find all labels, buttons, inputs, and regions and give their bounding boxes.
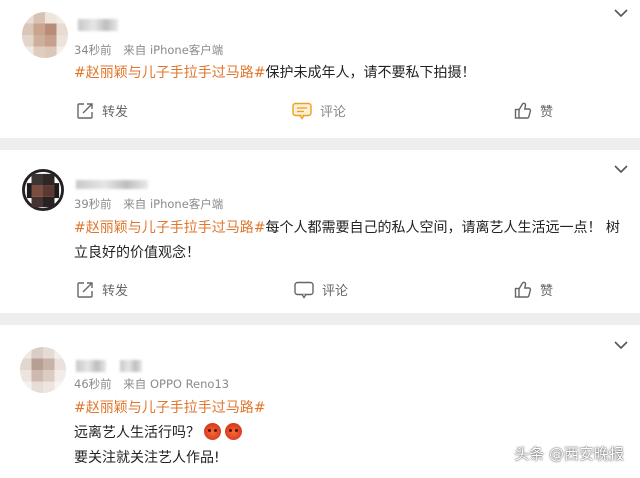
username-redacted[interactable] — [76, 180, 148, 189]
post-source: 来自 OPPO Reno13 — [123, 377, 230, 391]
chevron-down-icon[interactable] — [614, 164, 628, 174]
avatar-mosaic — [22, 12, 68, 58]
avatar[interactable] — [20, 347, 66, 393]
post-content: #赵丽颖与儿子手拉手过马路#保护未成年人，请不要私下拍摄！ — [74, 62, 630, 84]
post-body: 保护未成年人，请不要私下拍摄！ — [265, 65, 476, 81]
hashtag-link[interactable]: #赵丽颖与儿子手拉手过马路# — [74, 400, 265, 416]
avatar-mosaic — [20, 347, 66, 393]
hashtag-link[interactable]: #赵丽颖与儿子手拉手过马路# — [74, 220, 265, 236]
post-source: 来自 iPhone客户端 — [123, 43, 224, 57]
comment-card: 34秒前 来自 iPhone客户端 #赵丽颖与儿子手拉手过马路#保护未成年人，请… — [0, 0, 640, 138]
post-time: 46秒前 — [74, 377, 112, 391]
repost-button[interactable]: 转发 — [76, 280, 128, 299]
post-meta: 39秒前 来自 iPhone客户端 — [74, 196, 223, 212]
comment-icon — [294, 281, 314, 299]
username-redacted[interactable] — [76, 360, 106, 372]
repost-label: 转发 — [102, 105, 129, 120]
like-label: 赞 — [540, 105, 554, 120]
thumbs-up-icon — [514, 102, 532, 119]
comment-card: 39秒前 来自 iPhone客户端 #赵丽颖与儿子手拉手过马路#每个人都需要自己… — [0, 150, 640, 313]
avatar-mosaic — [20, 167, 66, 213]
angry-face-icon — [204, 423, 221, 440]
post-body-line1: 远离艺人生活行吗？ — [74, 425, 200, 441]
username-redacted[interactable] — [120, 360, 142, 372]
post-source: 来自 iPhone客户端 — [123, 197, 224, 211]
chevron-down-icon[interactable] — [614, 8, 628, 18]
like-label: 赞 — [540, 284, 554, 299]
comment-button[interactable]: 评论 — [294, 280, 348, 299]
thumbs-up-icon — [514, 281, 532, 298]
watermark: 头条 @西安晚报 — [514, 445, 624, 463]
avatar[interactable] — [20, 167, 66, 213]
angry-face-icon — [225, 423, 242, 440]
repost-label: 转发 — [102, 284, 129, 299]
comment-button[interactable]: 评论 — [292, 101, 346, 120]
username-redacted[interactable] — [78, 19, 118, 31]
share-icon — [77, 281, 93, 298]
comment-label: 评论 — [322, 284, 349, 299]
share-icon — [77, 102, 93, 119]
post-time: 39秒前 — [74, 197, 112, 211]
avatar[interactable] — [22, 12, 68, 58]
like-button[interactable]: 赞 — [514, 280, 553, 299]
comment-feed: 34秒前 来自 iPhone客户端 #赵丽颖与儿子手拉手过马路#保护未成年人，请… — [0, 0, 640, 478]
comment-label: 评论 — [320, 105, 347, 120]
post-time: 34秒前 — [74, 43, 112, 57]
repost-button[interactable]: 转发 — [76, 101, 128, 120]
hashtag-link[interactable]: #赵丽颖与儿子手拉手过马路# — [74, 65, 265, 81]
like-button[interactable]: 赞 — [514, 101, 553, 120]
post-meta: 46秒前 来自 OPPO Reno13 — [74, 376, 229, 392]
comment-icon — [292, 102, 312, 120]
chevron-down-icon[interactable] — [614, 340, 628, 350]
post-meta: 34秒前 来自 iPhone客户端 — [74, 42, 223, 58]
post-content: #赵丽颖与儿子手拉手过马路#每个人都需要自己的私人空间，请离艺人生活远一点！ 树… — [74, 216, 630, 266]
